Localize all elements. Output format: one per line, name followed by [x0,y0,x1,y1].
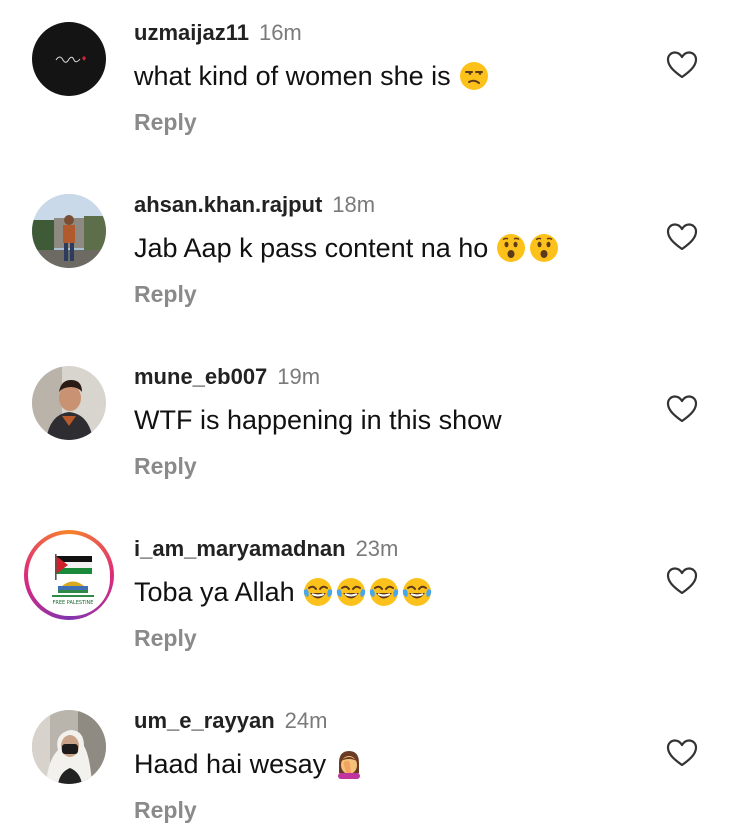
reply-button[interactable]: Reply [134,624,197,652]
comment-item: uzmaijaz11 16m what kind of women she is … [0,0,740,172]
timestamp: 24m [284,708,328,733]
username[interactable]: um_e_rayyan [134,708,275,733]
comment-body: Haad hai wesay [134,749,327,779]
avatar-caption: FREE PALESTINE [53,600,94,606]
heart-outline-icon[interactable] [666,222,698,252]
comment-item: FREE PALESTINE i_am_maryamadnan 23m Toba … [0,516,740,688]
hushed-face-icon [530,234,559,262]
comment-meta: um_e_rayyan 24m [134,708,327,734]
story-ring-gap: FREE PALESTINE [28,534,110,616]
comment-body: Toba ya Allah [134,577,295,607]
username[interactable]: uzmaijaz11 [134,20,249,45]
unamused-face-icon [459,62,488,90]
heart-outline-icon[interactable] [666,738,698,768]
reply-button[interactable]: Reply [134,452,197,480]
avatar[interactable] [32,194,106,268]
avatar[interactable]: FREE PALESTINE [36,542,110,616]
story-ring[interactable]: FREE PALESTINE [24,530,114,620]
comment-text: Toba ya Allah [134,575,432,609]
emoji-group [303,577,432,607]
comment-body: Jab Aap k pass content na ho [134,233,489,263]
reply-button[interactable]: Reply [134,280,197,308]
emoji-group [334,749,364,779]
tears-of-joy-icon [402,578,431,606]
heart-outline-icon[interactable] [666,394,698,424]
comments-list: uzmaijaz11 16m what kind of women she is … [0,0,740,832]
comment-meta: ahsan.khan.rajput 18m [134,192,375,218]
username[interactable]: mune_eb007 [134,364,267,389]
timestamp: 23m [355,536,399,561]
comment-item: mune_eb007 19m WTF is happening in this s… [0,344,740,516]
reply-button[interactable]: Reply [134,796,197,824]
tears-of-joy-icon [336,578,365,606]
comment-text: Haad hai wesay [134,747,364,781]
emoji-group [496,233,559,263]
tears-of-joy-icon [303,578,332,606]
comment-body: WTF is happening in this show [134,405,502,435]
comment-meta: mune_eb007 19m [134,364,320,390]
heart-outline-icon[interactable] [666,50,698,80]
timestamp: 19m [277,364,321,389]
timestamp: 18m [332,192,376,217]
comment-body: what kind of women she is [134,61,451,91]
comment-text: Jab Aap k pass content na ho [134,231,559,265]
emoji-group [459,61,489,91]
username[interactable]: i_am_maryamadnan [134,536,346,561]
heart-outline-icon[interactable] [666,566,698,596]
comment-meta: i_am_maryamadnan 23m [134,536,398,562]
comment-meta: uzmaijaz11 16m [134,20,302,46]
reply-button[interactable]: Reply [134,108,197,136]
timestamp: 16m [258,20,302,45]
avatar[interactable] [32,22,106,96]
comment-item: um_e_rayyan 24m Haad hai wesay Reply [0,688,740,832]
username[interactable]: ahsan.khan.rajput [134,192,322,217]
hushed-face-icon [497,234,526,262]
avatar[interactable] [32,710,106,784]
woman-facepalming-icon [338,751,361,779]
comment-item: ahsan.khan.rajput 18m Jab Aap k pass cont… [0,172,740,344]
comment-text: what kind of women she is [134,59,489,93]
avatar[interactable] [32,366,106,440]
comment-text: WTF is happening in this show [134,403,502,437]
tears-of-joy-icon [369,578,398,606]
